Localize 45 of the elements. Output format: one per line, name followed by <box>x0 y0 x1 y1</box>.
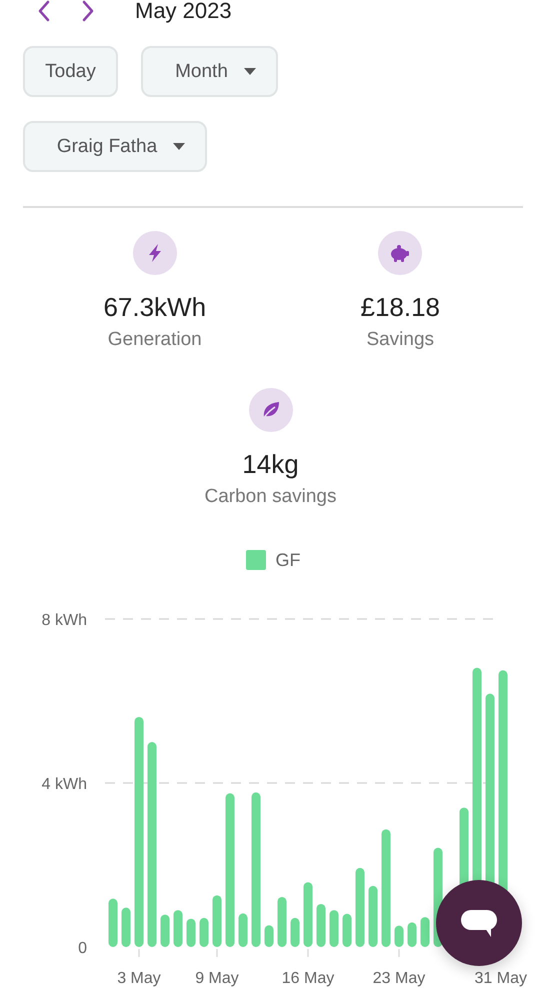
y-axis-label: 0 <box>78 940 87 957</box>
stat-label: Savings <box>366 328 434 352</box>
bar <box>186 918 196 947</box>
stat-label: Carbon savings <box>204 485 337 509</box>
bar <box>330 910 338 947</box>
month-title: May 2023 <box>135 0 232 24</box>
today-button[interactable]: Today <box>23 46 118 97</box>
bar <box>368 886 378 947</box>
back-icon[interactable] <box>37 0 51 22</box>
bar <box>200 918 208 947</box>
x-axis-label: 16 May <box>282 970 334 987</box>
x-axis-label: 31 May <box>474 970 527 987</box>
bar <box>342 914 352 947</box>
bar <box>394 926 404 947</box>
caret-icon <box>173 143 186 150</box>
stat-value: 14kg <box>242 449 299 479</box>
leaf-icon <box>248 388 292 432</box>
lightning-icon <box>132 231 177 275</box>
bar <box>174 910 182 947</box>
x-axis-label: 3 May <box>117 970 161 987</box>
bar <box>290 918 300 947</box>
y-axis-label: 4 kWh <box>42 776 87 793</box>
forward-icon[interactable] <box>81 0 95 22</box>
site-dropdown[interactable]: Graig Fatha <box>23 121 207 172</box>
bar <box>238 913 248 947</box>
bar <box>278 896 286 947</box>
bar <box>408 922 416 947</box>
bar <box>420 917 430 947</box>
period-dropdown[interactable]: Month <box>141 46 278 97</box>
x-axis-label: 23 May <box>372 970 426 987</box>
bar <box>108 898 118 947</box>
piggy-bank-icon <box>378 231 422 275</box>
stat-value: 67.3kWh <box>103 292 206 322</box>
x-axis-label: 9 May <box>195 970 239 987</box>
caret-icon <box>244 68 256 75</box>
bar <box>304 882 312 947</box>
bar <box>316 904 326 947</box>
legend-label: GF <box>276 550 300 570</box>
bar <box>212 895 222 947</box>
stat-value: £18.18 <box>360 292 440 322</box>
bar <box>264 925 274 947</box>
stat-label: Generation <box>108 328 202 352</box>
bar <box>122 908 130 947</box>
bar <box>160 914 170 947</box>
y-axis-label: 8 kWh <box>42 612 87 629</box>
